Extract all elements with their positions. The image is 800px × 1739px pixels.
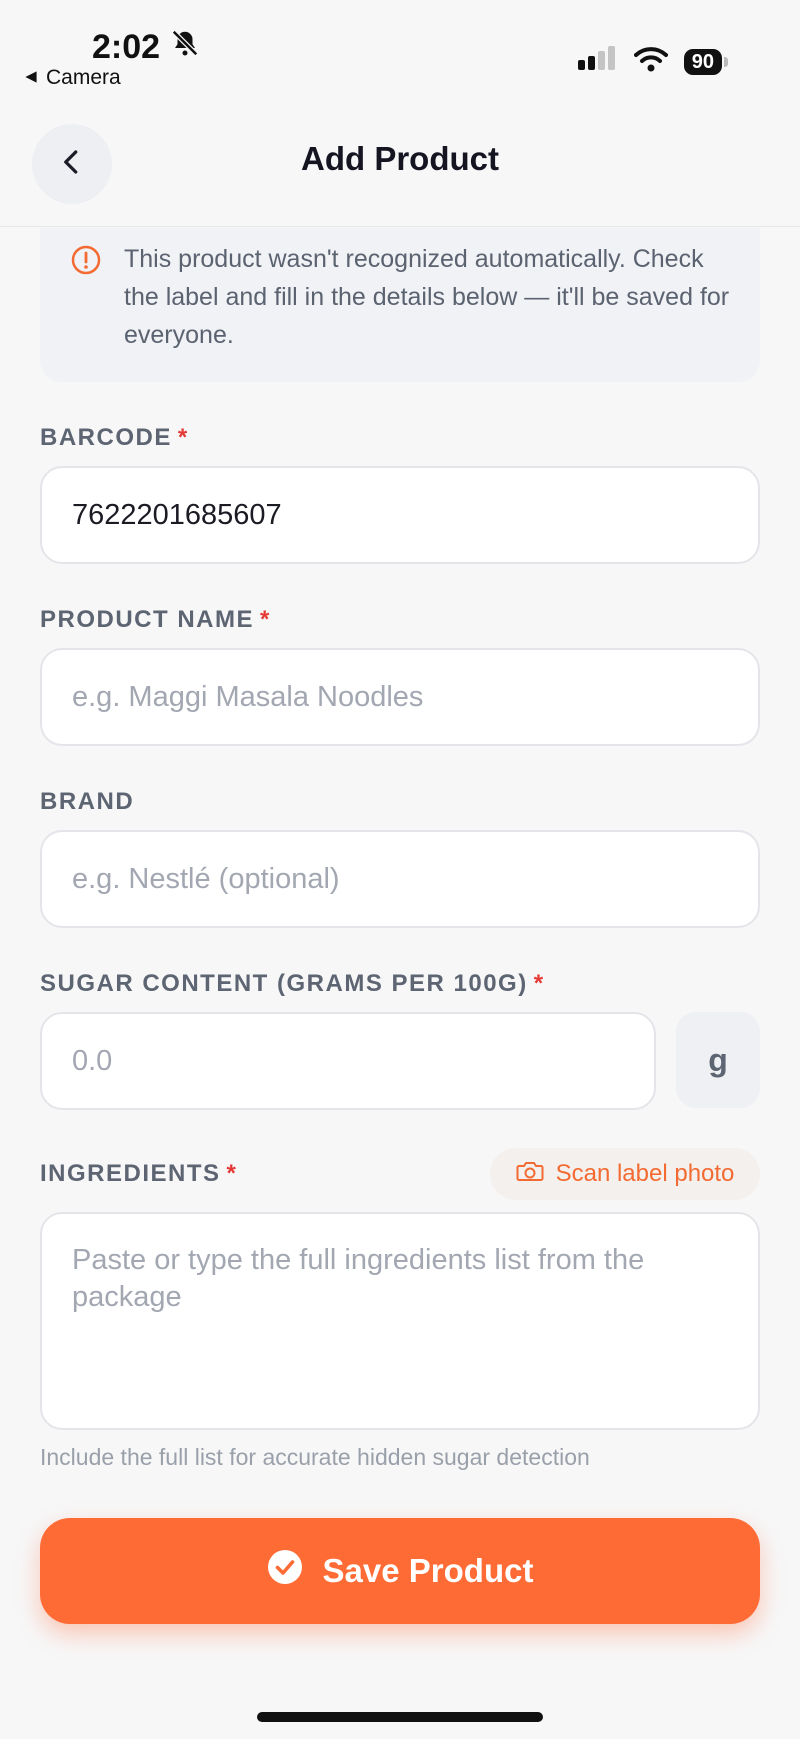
battery-cap — [724, 56, 728, 67]
ingredients-hint: Include the full list for accurate hidde… — [40, 1444, 590, 1470]
check-circle-icon — [267, 1549, 303, 1593]
camera-icon — [516, 1159, 544, 1190]
required-marker: * — [533, 970, 545, 997]
scan-label-photo-button[interactable]: Scan label photo — [490, 1148, 760, 1200]
scan-label-photo-text: Scan label photo — [555, 1160, 735, 1187]
add-product-screen: 2:02 Camera 90 Add Product This product … — [0, 0, 800, 1739]
sugar-unit: g — [676, 1012, 760, 1108]
barcode-label: BARCODE * — [40, 424, 189, 452]
header-divider — [0, 226, 800, 227]
battery-icon: 90 — [683, 48, 728, 75]
status-back-to-app[interactable]: Camera — [24, 66, 121, 90]
brand-placeholder: e.g. Nestlé (optional) — [72, 862, 340, 895]
product-name-label-text: PRODUCT NAME — [40, 606, 254, 633]
required-marker: * — [177, 424, 189, 451]
sugar-input[interactable]: 0.0 — [40, 1012, 656, 1110]
sugar-label: SUGAR CONTENT (GRAMS PER 100G) * — [40, 970, 545, 998]
notice-text: This product wasn't recognized automatic… — [124, 245, 730, 349]
barcode-input[interactable]: 7622201685607 — [40, 466, 760, 564]
signal-icon — [577, 46, 618, 77]
brand-label: BRAND — [40, 788, 134, 816]
status-back-label: Camera — [46, 66, 121, 89]
required-marker: * — [260, 606, 271, 633]
brand-input[interactable]: e.g. Nestlé (optional) — [40, 830, 760, 928]
home-indicator[interactable] — [257, 1712, 543, 1722]
back-triangle-icon — [24, 66, 38, 90]
ingredients-label: INGREDIENTS * — [40, 1160, 237, 1188]
brand-label-text: BRAND — [40, 788, 135, 815]
barcode-label-text: BARCODE — [40, 424, 172, 451]
status-time: 2:02 — [92, 28, 161, 66]
product-name-placeholder: e.g. Maggi Masala Noodles — [72, 680, 424, 713]
ingredients-placeholder: Paste or type the full ingredients list … — [72, 1244, 645, 1313]
required-marker: * — [226, 1160, 238, 1187]
battery-level: 90 — [683, 48, 722, 75]
sugar-label-text: SUGAR CONTENT (GRAMS PER 100G) — [40, 970, 528, 997]
product-name-label: PRODUCT NAME * — [40, 606, 271, 634]
bell-slash-icon — [170, 28, 200, 67]
unrecognized-notice: This product wasn't recognized automatic… — [40, 228, 760, 382]
status-time-group: 2:02 — [92, 28, 200, 67]
product-name-input[interactable]: e.g. Maggi Masala Noodles — [40, 648, 760, 746]
ingredients-label-text: INGREDIENTS — [40, 1160, 221, 1187]
status-indicators: 90 — [577, 46, 728, 77]
alert-circle-icon — [70, 244, 102, 281]
page-title: Add Product — [301, 140, 499, 177]
save-product-label: Save Product — [322, 1552, 534, 1589]
barcode-value: 7622201685607 — [72, 498, 282, 531]
wifi-icon — [633, 46, 668, 77]
sugar-placeholder: 0.0 — [72, 1044, 113, 1077]
ingredients-textarea[interactable]: Paste or type the full ingredients list … — [40, 1212, 760, 1430]
save-product-button[interactable]: Save Product — [40, 1518, 760, 1624]
